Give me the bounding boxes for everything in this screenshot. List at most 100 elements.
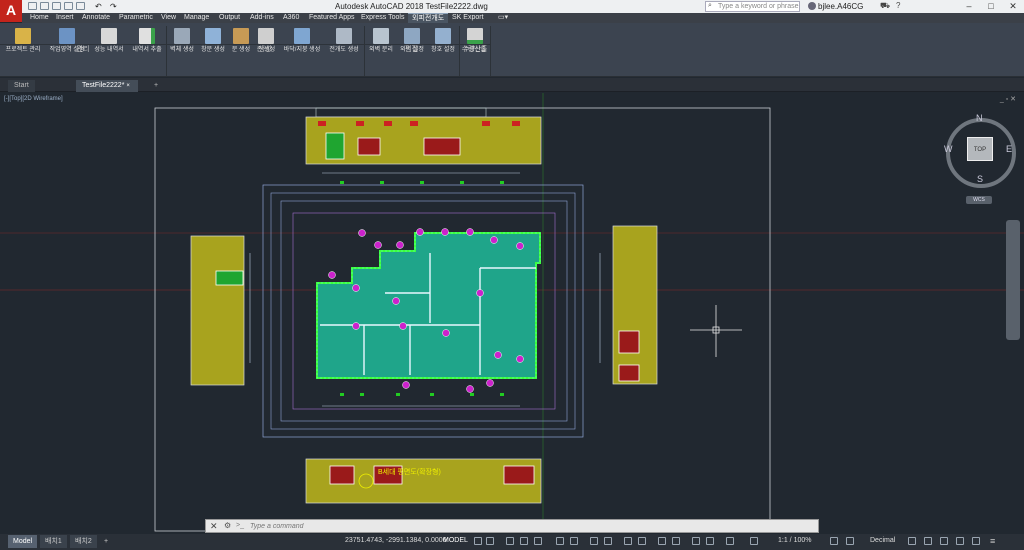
group-label-create: 생성 [166, 44, 364, 54]
doc-tab-start[interactable]: Start [8, 80, 35, 92]
new-tab-button[interactable]: + [148, 80, 164, 92]
snap-icon[interactable] [486, 537, 494, 545]
tab-a360[interactable]: A360 [279, 13, 303, 23]
search-input[interactable]: Type a keyword or phrase [705, 1, 800, 12]
open-icon[interactable] [40, 2, 49, 10]
quick-properties-icon[interactable] [908, 537, 916, 545]
group-label-manage: 관리 [0, 44, 166, 54]
tab-express-tools[interactable]: Express Tools [357, 13, 408, 23]
drawing-canvas[interactable] [0, 93, 1024, 533]
annotation-monitor-icon[interactable] [846, 537, 854, 545]
user-icon [808, 2, 816, 10]
layout-tab-model[interactable]: Model [8, 535, 38, 548]
annotation-visibility-icon[interactable] [706, 537, 714, 545]
otrack-icon[interactable] [570, 537, 578, 545]
document-tabs: Start TestFile2222* × + [0, 78, 1024, 92]
tab-view[interactable]: View [157, 13, 180, 23]
selection-cycling-icon[interactable] [624, 537, 632, 545]
right-elevation-panel [612, 225, 658, 385]
model-space-toggle[interactable]: MODEL [443, 537, 468, 544]
tab-manage[interactable]: Manage [180, 13, 213, 23]
report-icon [101, 28, 117, 44]
command-line: ✕ ⚙ >_ [205, 519, 819, 533]
export-icon [139, 28, 155, 44]
close-icon[interactable]: ✕ [210, 521, 218, 532]
tab-addins[interactable]: Add-ins [246, 13, 278, 23]
floor-plan-area [316, 232, 541, 379]
new-layout-button[interactable]: + [99, 535, 113, 548]
quantity-icon [467, 28, 483, 44]
annotation-scale-icon[interactable] [750, 537, 758, 545]
gizmo-icon[interactable] [692, 537, 700, 545]
tab-sk-export[interactable]: SK Export [448, 13, 488, 23]
tab-featured-apps[interactable]: Featured Apps [305, 13, 359, 23]
auto-scale-icon[interactable] [726, 537, 734, 545]
osnap-icon[interactable] [556, 537, 564, 545]
transparency-icon[interactable] [604, 537, 612, 545]
grid-icon[interactable] [474, 537, 482, 545]
window-element [329, 465, 355, 485]
close-button[interactable]: ✕ [1002, 0, 1024, 13]
drawing-viewport[interactable]: [-][Top][2D Wireframe] _ ▫ ✕ B세대 평면도(확장형… [0, 93, 1024, 533]
maximize-button[interactable]: □ [980, 0, 1002, 13]
clean-screen-icon[interactable] [972, 537, 980, 545]
tab-home[interactable]: Home [26, 13, 53, 23]
split-icon [373, 28, 389, 44]
units-label[interactable]: Decimal [870, 537, 895, 544]
compass-south[interactable]: S [977, 174, 983, 184]
door-icon [233, 28, 249, 44]
customize-menu-icon[interactable]: ≡ [990, 536, 995, 546]
door-element [215, 270, 244, 286]
close-icon[interactable]: × [126, 83, 130, 89]
dynamic-ucs-icon[interactable] [658, 537, 666, 545]
hardware-acceleration-icon[interactable] [956, 537, 964, 545]
tab-annotate[interactable]: Annotate [78, 13, 114, 23]
doc-tab-testfile[interactable]: TestFile2222* × [76, 80, 138, 92]
cart-icon[interactable]: ⛟ [880, 1, 890, 11]
left-elevation-panel [190, 235, 245, 386]
status-bar: Model 배치1 배치2 + 23751.4743, -2991.1384, … [0, 534, 1024, 550]
minimize-button[interactable]: – [958, 0, 980, 13]
print-icon[interactable] [76, 2, 85, 10]
polar-icon[interactable] [520, 537, 528, 545]
undo-icon[interactable]: ↶ [95, 2, 104, 11]
app-logo-icon[interactable]: A [0, 0, 22, 22]
search-icon: ⌕ [708, 2, 712, 9]
help-icon[interactable]: ? [896, 1, 900, 10]
navigation-bar[interactable] [1006, 220, 1020, 340]
tab-parametric[interactable]: Parametric [115, 13, 157, 23]
lock-ui-icon[interactable] [924, 537, 932, 545]
save-icon[interactable] [52, 2, 61, 10]
viewcube-top-face[interactable]: TOP [967, 137, 993, 161]
isolate-objects-icon[interactable] [940, 537, 948, 545]
command-input[interactable] [250, 521, 810, 532]
window-setting-icon [435, 28, 451, 44]
layout-tab-1[interactable]: 배치1 [40, 535, 67, 548]
redo-icon[interactable]: ↷ [110, 2, 119, 11]
selection-filter-icon[interactable] [672, 537, 680, 545]
wcs-menu[interactable]: WCS [966, 196, 992, 204]
wrench-icon[interactable]: ⚙ [224, 521, 231, 530]
layout-tab-2[interactable]: 배치2 [70, 535, 97, 548]
lineweight-icon[interactable] [590, 537, 598, 545]
tab-insert[interactable]: Insert [52, 13, 78, 23]
compass-east[interactable]: E [1006, 144, 1012, 154]
group-label-edit: 편집 [364, 44, 459, 54]
isodraft-icon[interactable] [534, 537, 542, 545]
new-icon[interactable] [28, 2, 37, 10]
3dosnap-icon[interactable] [638, 537, 646, 545]
workspace-switch-icon[interactable] [830, 537, 838, 545]
prompt-icon: >_ [236, 522, 244, 529]
annotation-scale-label[interactable]: 1:1 / 100% [778, 537, 811, 544]
window-element [357, 137, 381, 156]
user-name[interactable]: bjlee.A46CG [818, 2, 863, 11]
compass-north[interactable]: N [976, 113, 983, 123]
ortho-icon[interactable] [506, 537, 514, 545]
saveas-icon[interactable] [64, 2, 73, 10]
compass-west[interactable]: W [944, 144, 953, 154]
ribbon-toggle-icon[interactable]: ▭▾ [494, 13, 512, 23]
zone-icon [258, 28, 274, 44]
tab-output[interactable]: Output [215, 13, 244, 23]
tab-envelope[interactable]: 외피전개도 [408, 13, 449, 23]
window-icon [205, 28, 221, 44]
